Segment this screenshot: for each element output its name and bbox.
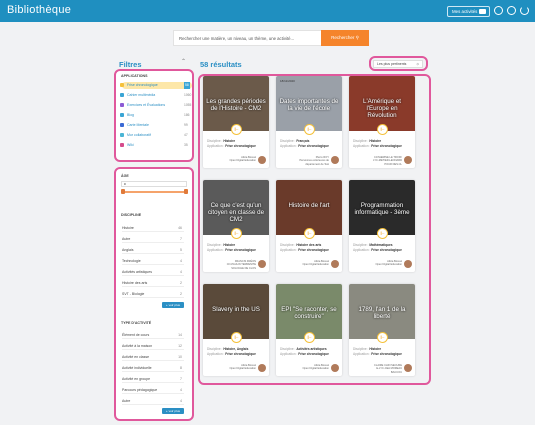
- results-highlight: [198, 74, 431, 385]
- top-bar: Bibliothèque Mes activités: [0, 0, 535, 22]
- chevron-up-icon[interactable]: ⌃: [181, 58, 186, 65]
- search-button[interactable]: Rechercher ⚲: [321, 30, 369, 46]
- sort-highlight: [369, 56, 428, 71]
- my-activities-label: Mes activités: [452, 9, 478, 14]
- user-icon[interactable]: [507, 6, 516, 15]
- filters-title: Filtres: [119, 60, 142, 69]
- power-icon[interactable]: [520, 6, 529, 15]
- results-count: 58 résultats: [200, 60, 242, 69]
- app-title[interactable]: Bibliothèque: [7, 4, 71, 16]
- my-activities-button[interactable]: Mes activités: [447, 6, 490, 17]
- folder-icon: [479, 9, 486, 14]
- applications-highlight: [114, 69, 194, 162]
- help-icon[interactable]: [494, 6, 503, 15]
- search-placeholder: Rechercher une matière, un niveau, un th…: [179, 36, 295, 41]
- search-button-label: Rechercher: [331, 35, 355, 40]
- filters-highlight: [114, 167, 194, 421]
